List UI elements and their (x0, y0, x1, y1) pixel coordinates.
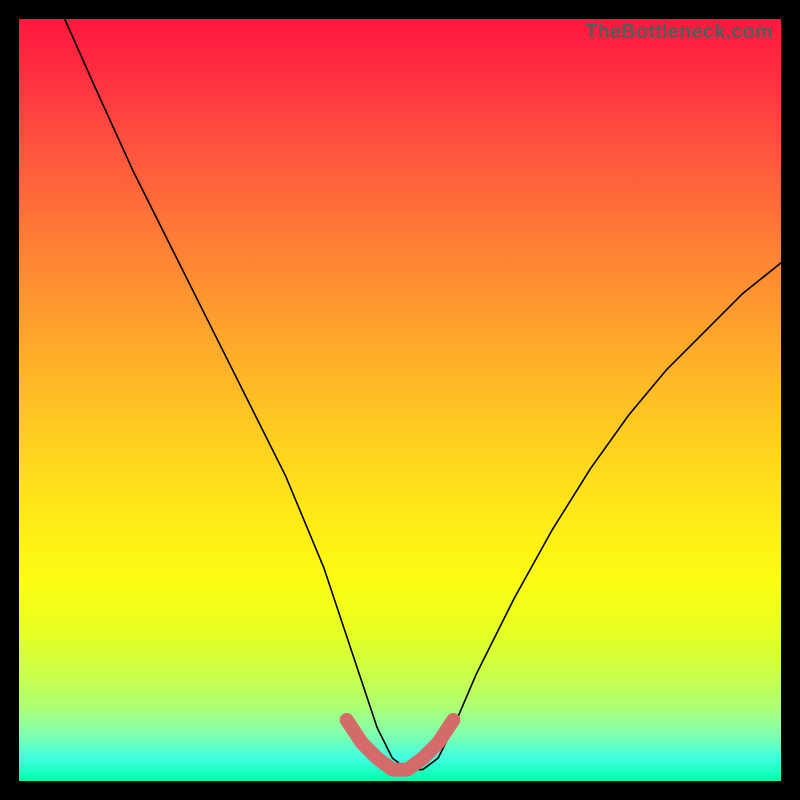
chart-svg (19, 19, 781, 781)
chart-container: TheBottleneck.com (0, 0, 800, 800)
marker-segment (347, 720, 454, 770)
plot-area: TheBottleneck.com (19, 19, 781, 781)
curve-line (65, 19, 781, 770)
